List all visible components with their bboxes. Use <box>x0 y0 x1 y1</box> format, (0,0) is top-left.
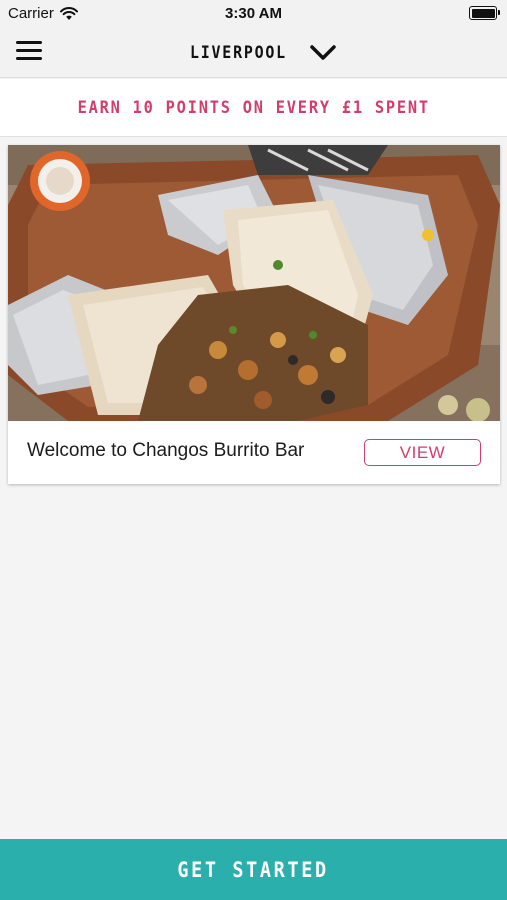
get-started-label: GET STARTED <box>177 857 330 882</box>
location-title[interactable]: LIVERPOOL <box>190 43 287 63</box>
card-title: Welcome to Changos Burrito Bar <box>27 440 305 461</box>
welcome-card[interactable]: Welcome to Changos Burrito Bar VIEW <box>8 145 500 484</box>
menu-icon[interactable] <box>16 41 42 63</box>
promo-banner: EARN 10 POINTS ON EVERY £1 SPENT <box>0 79 507 137</box>
view-button[interactable]: VIEW <box>364 439 481 466</box>
status-bar: Carrier 3:30 AM <box>0 0 507 28</box>
promo-text: EARN 10 POINTS ON EVERY £1 SPENT <box>77 97 430 118</box>
chevron-down-icon[interactable] <box>309 44 337 62</box>
card-footer: Welcome to Changos Burrito Bar VIEW <box>8 421 500 484</box>
battery-icon <box>469 6 500 20</box>
get-started-button[interactable]: GET STARTED <box>0 839 507 900</box>
burrito-image <box>8 145 500 421</box>
nav-bar: LIVERPOOL <box>0 28 507 78</box>
status-time: 3:30 AM <box>225 5 282 22</box>
